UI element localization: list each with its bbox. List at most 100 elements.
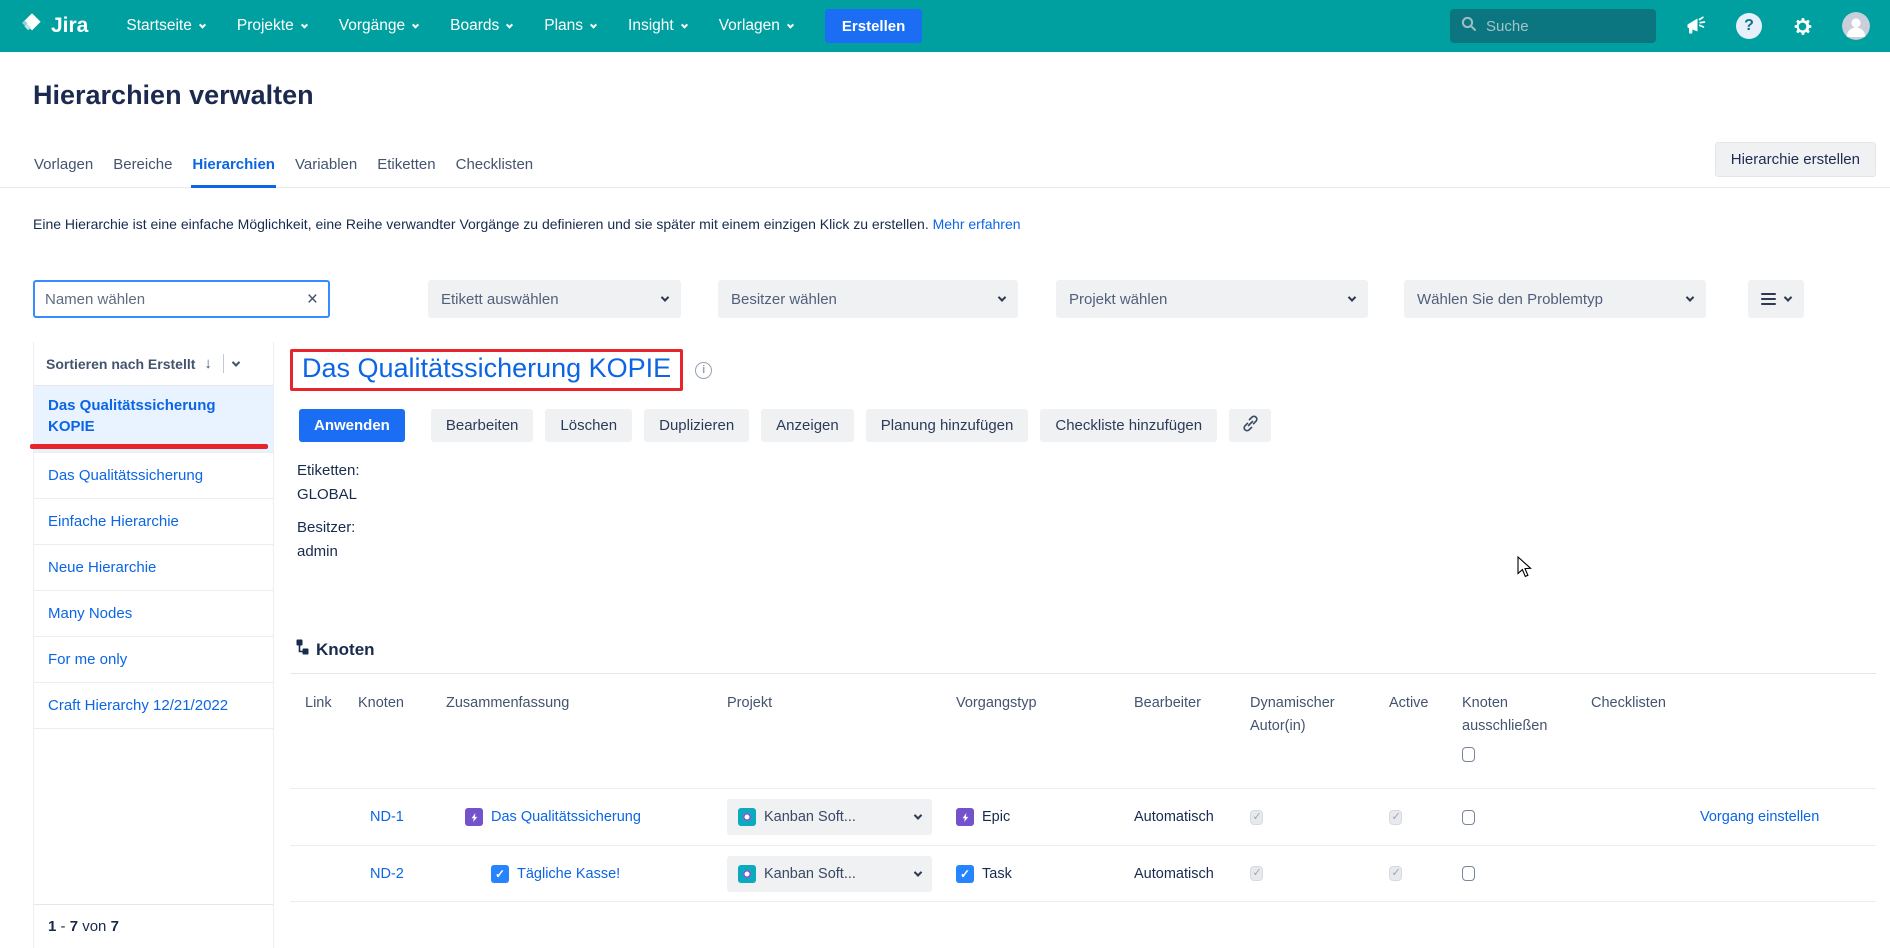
summary-link[interactable]: Das Qualitätssicherung	[491, 809, 641, 825]
nav-item-vorlagen[interactable]: Vorlagen	[719, 17, 793, 35]
list-options-button[interactable]	[1748, 280, 1804, 318]
tab-etiketten[interactable]: Etiketten	[376, 154, 436, 188]
label-filter-select[interactable]: Etikett auswählen	[428, 280, 681, 318]
summary-link[interactable]: Tägliche Kasse!	[517, 866, 620, 882]
dynamic-author-checkbox	[1250, 866, 1263, 881]
tab-vorlagen[interactable]: Vorlagen	[33, 154, 94, 188]
detail-actions: Anwenden Bearbeiten Löschen Duplizieren …	[299, 409, 1271, 442]
chevron-down-icon[interactable]	[232, 358, 240, 366]
nav-item-startseite[interactable]: Startseite	[126, 17, 204, 35]
epic-icon	[956, 808, 974, 826]
project-select[interactable]: Kanban Soft...	[727, 799, 932, 835]
settings-gear-icon[interactable]	[1789, 13, 1815, 39]
learn-more-link[interactable]: Mehr erfahren	[933, 216, 1021, 232]
create-hierarchy-button[interactable]: Hierarchie erstellen	[1715, 142, 1876, 177]
nav-item-vorgaenge[interactable]: Vorgänge	[339, 17, 418, 35]
project-avatar	[738, 808, 756, 826]
owner-filter-select[interactable]: Besitzer wählen	[718, 280, 1018, 318]
node-key-link[interactable]: ND-2	[343, 866, 431, 882]
col-header-bearbeiter: Bearbeiter	[1119, 674, 1235, 788]
issuetype-cell: Epic	[941, 808, 1119, 826]
dynamic-author-cell	[1235, 866, 1374, 881]
project-cell: Kanban Soft...	[712, 799, 941, 835]
project-avatar	[738, 865, 756, 883]
user-avatar[interactable]	[1842, 12, 1870, 40]
project-filter-select[interactable]: Projekt wählen	[1056, 280, 1368, 318]
sort-control[interactable]: Sortieren nach Erstellt ↓	[34, 342, 273, 386]
edit-button[interactable]: Bearbeiten	[431, 409, 534, 442]
project-select[interactable]: Kanban Soft...	[727, 856, 932, 892]
col-header-checklisten: Checklisten	[1576, 674, 1876, 788]
sidebar-empty-space	[34, 729, 273, 905]
issuetype-filter-select[interactable]: Wählen Sie den Problemtyp	[1404, 280, 1706, 318]
tab-hierarchien[interactable]: Hierarchien	[191, 154, 276, 188]
chevron-down-icon	[914, 868, 922, 876]
chevron-down-icon	[1686, 293, 1694, 301]
apply-button[interactable]: Anwenden	[299, 409, 405, 442]
copy-link-button[interactable]	[1229, 409, 1271, 442]
node-key-link[interactable]: ND-1	[343, 809, 431, 825]
show-button[interactable]: Anzeigen	[761, 409, 854, 442]
jira-logo-text: Jira	[51, 14, 88, 38]
help-icon[interactable]: ?	[1736, 13, 1762, 39]
sidebar-item-hierarchy[interactable]: Einfache Hierarchie	[34, 499, 273, 545]
chevron-down-icon	[998, 293, 1006, 301]
chevron-down-icon	[914, 811, 922, 819]
chevron-down-icon	[199, 21, 206, 28]
task-icon: ✓	[956, 865, 974, 883]
clear-icon[interactable]: ×	[307, 290, 318, 309]
duplicate-button[interactable]: Duplizieren	[644, 409, 749, 442]
sidebar-item-hierarchy[interactable]: Das Qualitätssicherung KOPIE	[34, 386, 273, 453]
chevron-down-icon	[1348, 293, 1356, 301]
jira-logo[interactable]: Jira	[20, 11, 88, 41]
hierarchy-title: Das Qualitätssicherung KOPIE	[302, 353, 671, 383]
tab-variablen[interactable]: Variablen	[294, 154, 358, 188]
info-icon[interactable]: i	[695, 362, 712, 379]
sidebar-item-hierarchy[interactable]: Craft Hierarchy 12/21/2022	[34, 683, 273, 729]
add-plan-button[interactable]: Planung hinzufügen	[866, 409, 1029, 442]
sidebar-item-hierarchy[interactable]: Many Nodes	[34, 591, 273, 637]
sidebar-item-hierarchy[interactable]: Neue Hierarchie	[34, 545, 273, 591]
assignee-cell: Automatisch	[1119, 809, 1235, 825]
exclude-cell	[1447, 810, 1576, 825]
table-header-row: Link Knoten Zusammenfassung Projekt Vorg…	[290, 673, 1876, 788]
nav-item-boards[interactable]: Boards	[450, 17, 512, 35]
exclude-all-checkbox[interactable]	[1462, 747, 1475, 762]
tab-checklisten[interactable]: Checklisten	[455, 154, 535, 188]
chevron-down-icon	[1784, 293, 1792, 301]
hierarchy-list-sidebar: Sortieren nach Erstellt ↓ Das Qualitätss…	[33, 342, 274, 948]
table-row: ND-1 Das Qualitätssicherung Kanban Soft.…	[290, 788, 1876, 845]
announcements-icon[interactable]	[1683, 13, 1709, 39]
name-filter-field[interactable]: ×	[33, 280, 330, 318]
search-input[interactable]	[1486, 18, 1685, 35]
owner-value: admin	[297, 540, 360, 564]
exclude-node-checkbox[interactable]	[1462, 810, 1475, 825]
global-search[interactable]	[1450, 9, 1656, 43]
name-filter-input[interactable]	[45, 291, 307, 308]
issuetype-cell: ✓ Task	[941, 865, 1119, 883]
set-issue-link[interactable]: Vorgang einstellen	[1576, 809, 1819, 825]
dynamic-author-cell	[1235, 810, 1374, 825]
tab-bereiche[interactable]: Bereiche	[112, 154, 173, 188]
chevron-down-icon	[301, 21, 308, 28]
sidebar-item-hierarchy[interactable]: For me only	[34, 637, 273, 683]
nav-item-insight[interactable]: Insight	[628, 17, 687, 35]
navbar-right: ?	[1450, 9, 1870, 43]
col-header-dynamischer-autor: Dynamischer Autor(in)	[1235, 674, 1374, 788]
create-issue-button[interactable]: Erstellen	[825, 9, 922, 43]
add-checklist-button[interactable]: Checkliste hinzufügen	[1040, 409, 1217, 442]
table-row: ND-2 ✓ Tägliche Kasse! Kanban Soft... ✓ …	[290, 845, 1876, 902]
dynamic-author-checkbox	[1250, 810, 1263, 825]
exclude-node-checkbox[interactable]	[1462, 866, 1475, 881]
detail-meta: Etiketten: GLOBAL Besitzer: admin	[297, 459, 360, 573]
sidebar-item-hierarchy[interactable]: Das Qualitätssicherung	[34, 453, 273, 499]
owner-label: Besitzer:	[297, 516, 360, 540]
sort-direction-icon[interactable]: ↓	[204, 355, 212, 372]
nav-item-projekte[interactable]: Projekte	[237, 17, 307, 35]
active-checkbox	[1389, 866, 1402, 881]
col-header-link: Link	[290, 674, 343, 788]
delete-button[interactable]: Löschen	[545, 409, 632, 442]
nav-item-plans[interactable]: Plans	[544, 17, 596, 35]
main-nav: Startseite Projekte Vorgänge Boards Plan…	[126, 17, 793, 35]
chevron-down-icon	[590, 21, 597, 28]
